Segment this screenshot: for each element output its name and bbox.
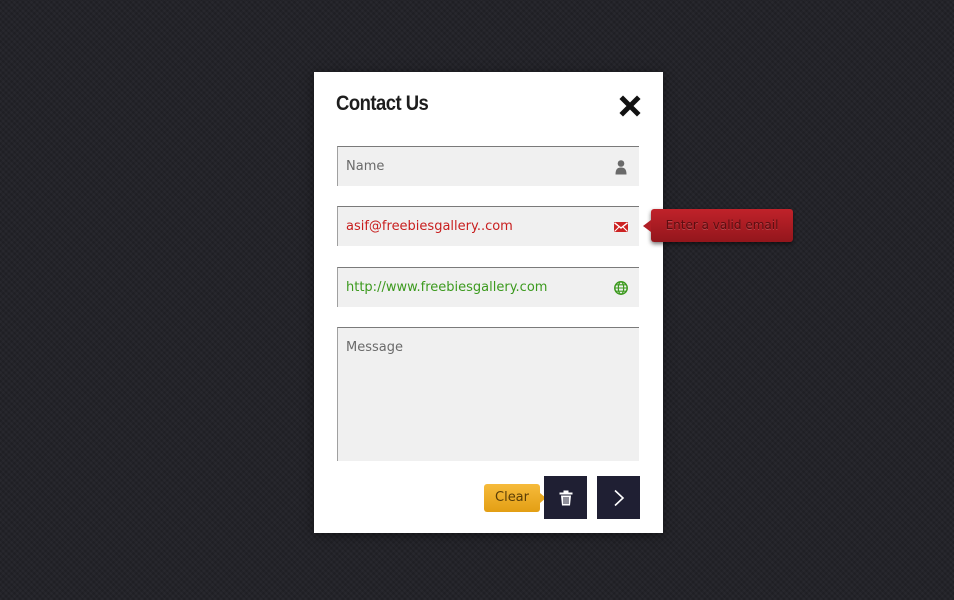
close-button[interactable] (619, 95, 641, 117)
send-button[interactable] (597, 476, 640, 519)
message-textarea[interactable] (338, 328, 639, 461)
message-field[interactable] (337, 327, 639, 461)
contact-form-card: Contact Us Name asif@freebiesgallery..co… (314, 72, 663, 533)
envelope-icon (613, 219, 629, 235)
clear-button[interactable] (544, 476, 587, 519)
chevron-right-icon (613, 489, 624, 506)
clear-tooltip: Clear (484, 484, 546, 512)
form-title: Contact Us (336, 92, 429, 115)
name-field[interactable] (337, 146, 639, 186)
globe-icon (613, 280, 629, 296)
close-icon (619, 95, 641, 117)
email-error-tooltip: Enter a valid email (643, 209, 793, 242)
email-input[interactable] (338, 207, 639, 246)
website-input[interactable] (338, 268, 639, 307)
user-icon (613, 159, 629, 175)
email-field[interactable] (337, 206, 639, 246)
trash-icon (559, 490, 572, 505)
name-input[interactable] (338, 147, 639, 186)
website-field[interactable] (337, 267, 639, 307)
